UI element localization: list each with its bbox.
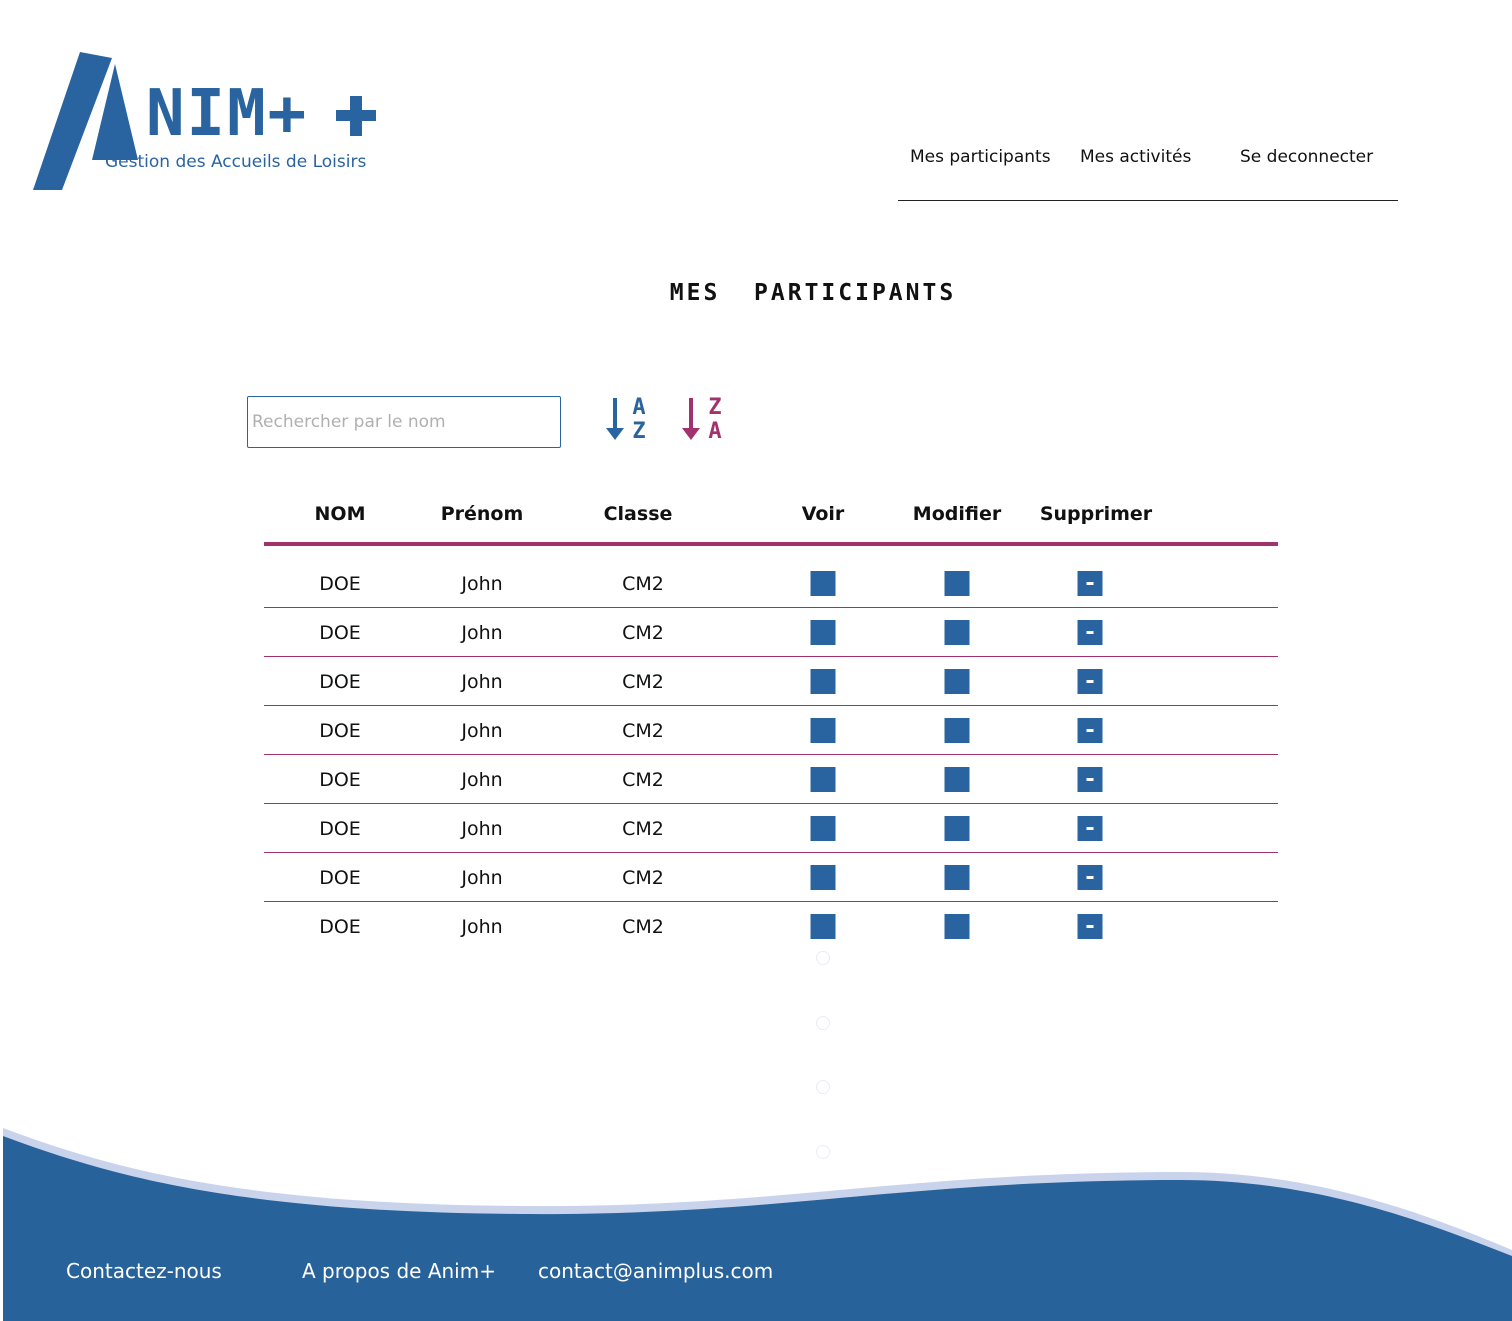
view-button[interactable] <box>810 669 836 694</box>
page-title: MES PARTICIPANTS <box>669 280 957 306</box>
delete-button[interactable] <box>1077 767 1103 792</box>
table-row: DOE John CM2 <box>264 755 1278 804</box>
ghost-dot <box>816 1016 830 1030</box>
cell-nom: DOE <box>319 769 361 791</box>
cell-classe: CM2 <box>622 573 664 595</box>
ghost-dot <box>816 1080 830 1094</box>
view-button[interactable] <box>810 865 836 890</box>
col-supprimer-header: Supprimer <box>1039 503 1153 525</box>
cell-nom: DOE <box>319 818 361 840</box>
search-input[interactable] <box>247 396 561 448</box>
delete-button[interactable] <box>1077 571 1103 596</box>
sort-asc-button[interactable]: A Z <box>604 394 654 444</box>
footer-wave <box>3 1128 1512 1321</box>
table-row: DOE John CM2 <box>264 706 1278 755</box>
delete-button[interactable] <box>1077 620 1103 645</box>
cell-nom: DOE <box>319 671 361 693</box>
delete-button[interactable] <box>1077 669 1103 694</box>
view-button[interactable] <box>810 620 836 645</box>
cell-prenom: John <box>461 720 503 742</box>
svg-text:A: A <box>632 395 645 420</box>
view-button[interactable] <box>810 571 836 596</box>
table-row: DOE John CM2 <box>264 804 1278 853</box>
footer-about-link[interactable]: A propos de Anim+ <box>302 1259 496 1283</box>
footer-contact-link[interactable]: Contactez-nous <box>66 1259 222 1283</box>
svg-text:Z: Z <box>632 419 645 444</box>
edit-button[interactable] <box>944 816 970 841</box>
cell-nom: DOE <box>319 867 361 889</box>
ghost-dot <box>816 951 830 965</box>
edit-button[interactable] <box>944 669 970 694</box>
col-prenom-header[interactable]: Prénom <box>441 503 524 525</box>
cell-classe: CM2 <box>622 720 664 742</box>
col-voir-header: Voir <box>801 503 845 525</box>
table-row: DOE John CM2 <box>264 559 1278 608</box>
sort-alpha-desc-icon: Z A <box>682 395 722 444</box>
cell-prenom: John <box>461 573 503 595</box>
delete-button[interactable] <box>1077 865 1103 890</box>
view-button[interactable] <box>810 816 836 841</box>
logo-wordmark: NIM+ <box>146 77 309 151</box>
cell-classe: CM2 <box>622 622 664 644</box>
cell-prenom: John <box>461 867 503 889</box>
col-modifier-header: Modifier <box>912 503 1002 525</box>
main-nav: Mes participants Mes activités Se deconn… <box>898 140 1398 201</box>
view-button[interactable] <box>810 767 836 792</box>
nav-mes-activites[interactable]: Mes activités <box>1080 147 1191 167</box>
cell-nom: DOE <box>319 573 361 595</box>
cell-prenom: John <box>461 622 503 644</box>
col-classe-header[interactable]: Classe <box>604 503 673 525</box>
delete-button[interactable] <box>1077 816 1103 841</box>
table-body: DOE John CM2 DOE John CM2 DOE John CM2 DOE John CM2… <box>264 546 1278 950</box>
delete-button[interactable] <box>1077 914 1103 939</box>
edit-button[interactable] <box>944 865 970 890</box>
cell-prenom: John <box>461 818 503 840</box>
view-button[interactable] <box>810 914 836 939</box>
delete-button[interactable] <box>1077 718 1103 743</box>
edit-button[interactable] <box>944 767 970 792</box>
logo-tagline: Gestion des Accueils de Loisirs <box>105 152 367 172</box>
edit-button[interactable] <box>944 620 970 645</box>
cell-classe: CM2 <box>622 671 664 693</box>
edit-button[interactable] <box>944 914 970 939</box>
edit-button[interactable] <box>944 718 970 743</box>
participants-table: NOM Prénom Classe Voir Modifier Supprime… <box>264 495 1278 950</box>
cell-nom: DOE <box>319 622 361 644</box>
cell-classe: CM2 <box>622 867 664 889</box>
col-nom-header[interactable]: NOM <box>315 503 366 525</box>
table-header: NOM Prénom Classe Voir Modifier Supprime… <box>264 495 1278 546</box>
table-row: DOE John CM2 <box>264 657 1278 706</box>
svg-text:A: A <box>708 419 721 444</box>
nav-mes-participants[interactable]: Mes participants <box>910 147 1051 167</box>
cell-classe: CM2 <box>622 769 664 791</box>
cell-classe: CM2 <box>622 916 664 938</box>
table-row: DOE John CM2 <box>264 853 1278 902</box>
svg-text:Z: Z <box>708 395 721 420</box>
cell-nom: DOE <box>319 720 361 742</box>
sort-desc-button[interactable]: Z A <box>680 394 730 444</box>
view-button[interactable] <box>810 718 836 743</box>
table-row: DOE John CM2 <box>264 902 1278 950</box>
table-row: DOE John CM2 <box>264 608 1278 657</box>
cell-nom: DOE <box>319 916 361 938</box>
edit-button[interactable] <box>944 571 970 596</box>
nav-se-deconnecter[interactable]: Se deconnecter <box>1240 147 1373 167</box>
cell-prenom: John <box>461 671 503 693</box>
cell-classe: CM2 <box>622 818 664 840</box>
cell-prenom: John <box>461 916 503 938</box>
cell-prenom: John <box>461 769 503 791</box>
sort-alpha-asc-icon: A Z <box>606 395 646 444</box>
footer-email-link[interactable]: contact@animplus.com <box>538 1259 773 1283</box>
